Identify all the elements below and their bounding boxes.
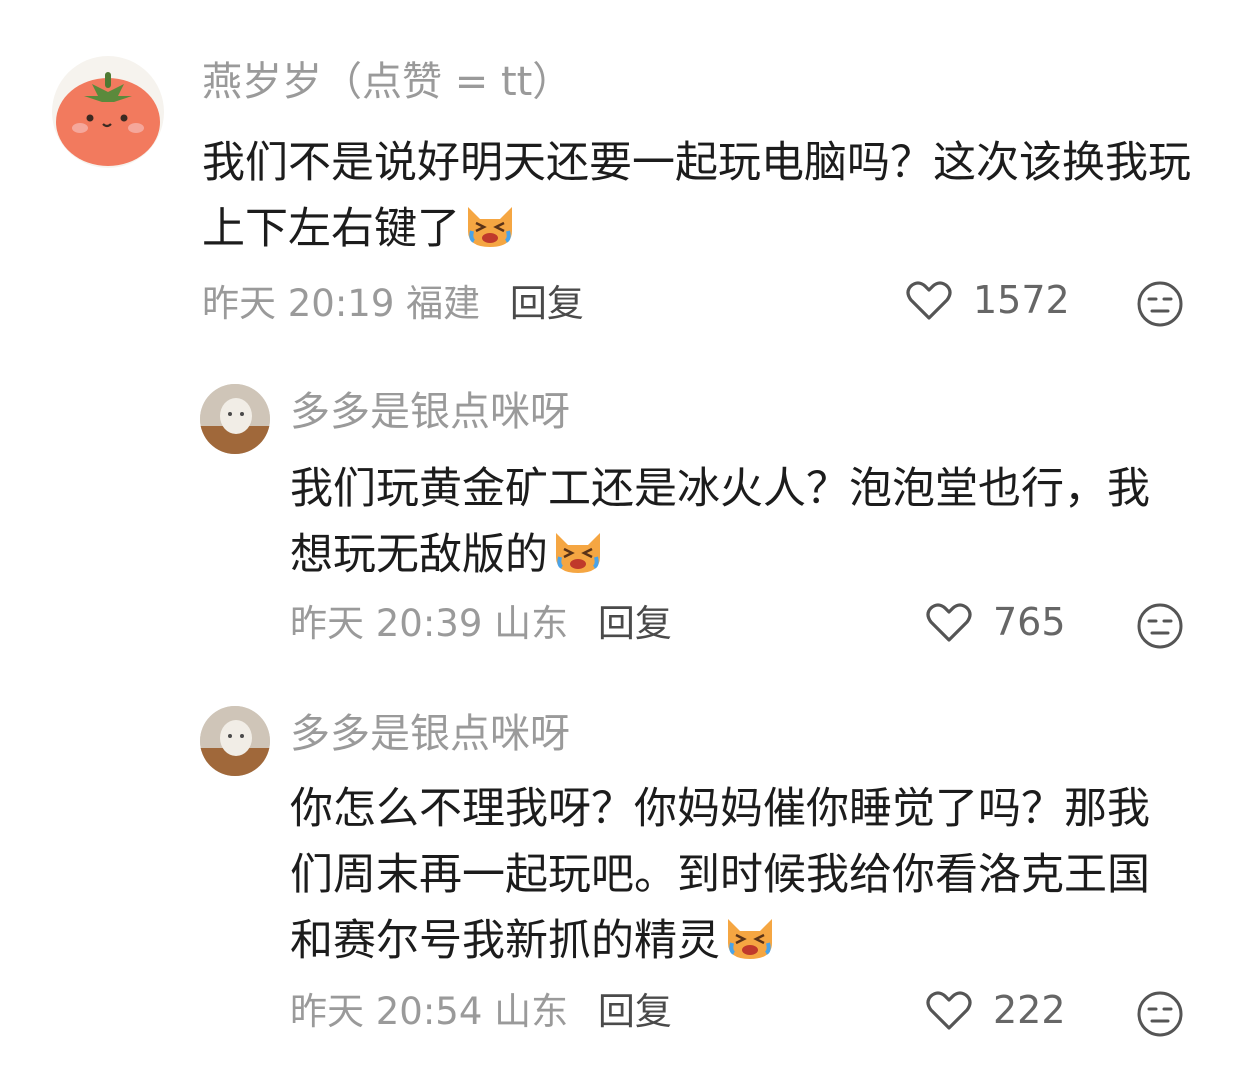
dislike-face-icon[interactable] bbox=[1136, 280, 1184, 328]
timestamp: 昨天 20:19 bbox=[202, 282, 395, 325]
tomato-avatar-icon bbox=[56, 72, 160, 166]
crying-cat-emoji-icon bbox=[556, 533, 600, 573]
heart-icon bbox=[926, 991, 972, 1030]
username[interactable]: 燕岁岁（点赞 = tt） bbox=[202, 58, 572, 106]
timestamp: 昨天 20:54 bbox=[290, 990, 483, 1033]
like-count: 222 bbox=[993, 988, 1066, 1032]
cat-in-box-avatar-icon bbox=[200, 706, 270, 776]
avatar[interactable] bbox=[200, 384, 270, 454]
reply-button[interactable]: 回复 bbox=[598, 602, 672, 645]
avatar[interactable] bbox=[200, 706, 270, 776]
crying-cat-emoji-icon bbox=[468, 207, 512, 247]
like-count: 765 bbox=[993, 600, 1066, 644]
location: 福建 bbox=[406, 282, 481, 325]
reply-button[interactable]: 回复 bbox=[598, 990, 672, 1033]
comment-meta: 昨天 20:19 福建 回复 bbox=[202, 282, 584, 326]
dislike-face-icon[interactable] bbox=[1136, 990, 1184, 1038]
comment-text: 我们玩黄金矿工还是冰火人？泡泡堂也行，我想玩无敌版的 bbox=[290, 464, 1150, 580]
dislike-face-icon[interactable] bbox=[1136, 602, 1184, 650]
reply-item: 多多是银点咪呀 我们玩黄金矿工还是冰火人？泡泡堂也行，我想玩无敌版的 昨天 20… bbox=[0, 370, 1260, 670]
location: 山东 bbox=[494, 990, 569, 1033]
timestamp: 昨天 20:39 bbox=[290, 602, 483, 645]
crying-cat-emoji-icon bbox=[728, 919, 772, 959]
comment-meta: 昨天 20:39 山东 回复 bbox=[290, 602, 672, 646]
cat-in-box-avatar-icon bbox=[200, 384, 270, 454]
like-count: 1572 bbox=[973, 278, 1070, 322]
avatar[interactable] bbox=[52, 56, 164, 168]
heart-icon bbox=[906, 281, 952, 320]
like-button[interactable]: 222 bbox=[925, 988, 1066, 1032]
comment-text: 我们不是说好明天还要一起玩电脑吗？这次该换我玩上下左右键了 bbox=[202, 138, 1191, 254]
like-button[interactable]: 1572 bbox=[905, 278, 1070, 322]
heart-icon bbox=[926, 603, 972, 642]
like-button[interactable]: 765 bbox=[925, 600, 1066, 644]
username[interactable]: 多多是银点咪呀 bbox=[290, 710, 570, 758]
reply-item: 多多是银点咪呀 你怎么不理我呀？你妈妈催你睡觉了吗？那我们周末再一起玩吧。到时候… bbox=[0, 692, 1260, 1066]
location: 山东 bbox=[494, 602, 569, 645]
comment-text: 你怎么不理我呀？你妈妈催你睡觉了吗？那我们周末再一起玩吧。到时候我给你看洛克王国… bbox=[290, 784, 1150, 966]
comment-meta: 昨天 20:54 山东 回复 bbox=[290, 990, 672, 1034]
username[interactable]: 多多是银点咪呀 bbox=[290, 388, 570, 436]
reply-button[interactable]: 回复 bbox=[510, 282, 584, 325]
comment-item: 燕岁岁（点赞 = tt） 我们不是说好明天还要一起玩电脑吗？这次该换我玩上下左右… bbox=[0, 0, 1260, 340]
